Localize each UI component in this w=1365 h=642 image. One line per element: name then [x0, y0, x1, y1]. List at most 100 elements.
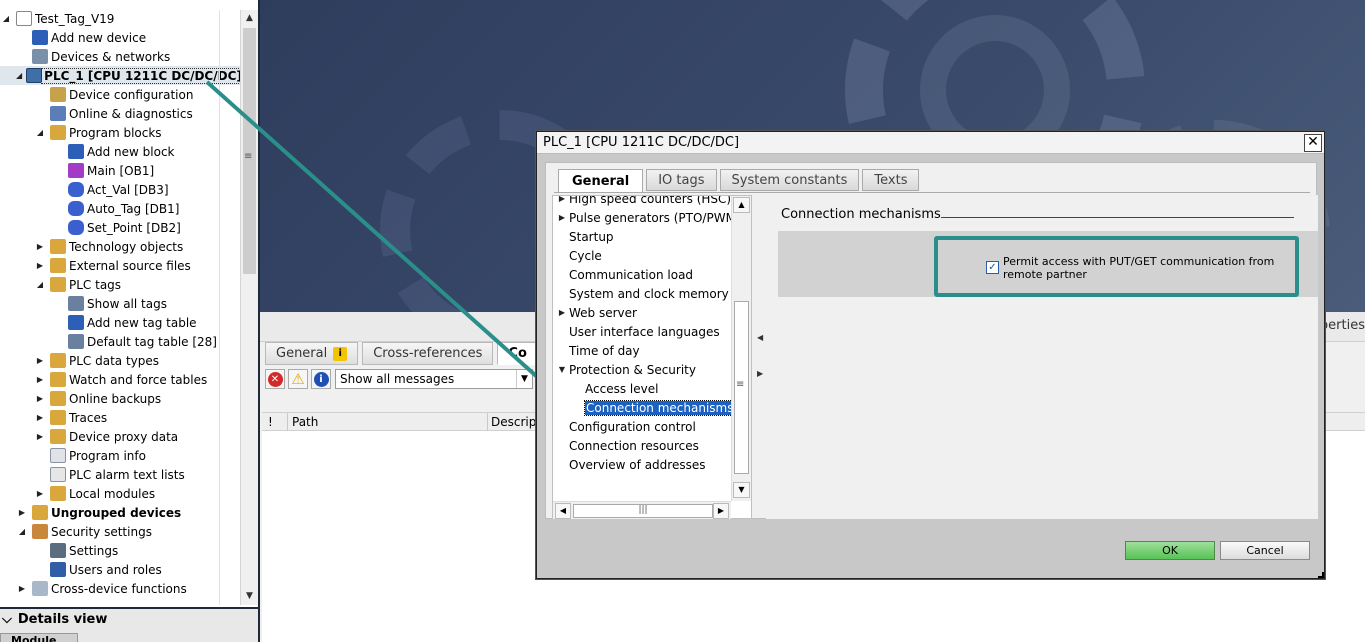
column-path[interactable]: Path — [292, 415, 318, 429]
tree-item[interactable]: Add new block — [0, 142, 240, 161]
tab-texts[interactable]: Texts — [862, 169, 920, 191]
cancel-button[interactable]: Cancel — [1220, 541, 1310, 560]
tree-item[interactable]: ◢ Security settings — [0, 522, 240, 541]
nav-item[interactable]: Communication load — [555, 265, 693, 284]
expand-arrow-icon[interactable]: ▼ — [555, 365, 569, 374]
collapse-arrow-icon[interactable]: ▶ — [34, 241, 46, 253]
nav-item[interactable]: System and clock memory — [555, 284, 729, 303]
tree-item[interactable]: ▶ Device proxy data — [0, 427, 240, 446]
tab-io-tags[interactable]: IO tags — [646, 169, 717, 191]
nav-item[interactable]: Time of day — [555, 341, 640, 360]
tree-item[interactable]: ▶ Technology objects — [0, 237, 240, 256]
collapse-left-icon[interactable]: ◀ — [757, 333, 763, 342]
tree-item[interactable]: Show all tags — [0, 294, 240, 313]
filter-errors-button[interactable]: ✕ — [265, 369, 285, 389]
collapse-arrow-icon[interactable]: ▶ — [16, 507, 28, 519]
tree-item[interactable]: Add new tag table — [0, 313, 240, 332]
tree-item[interactable]: ▶ Online backups — [0, 389, 240, 408]
tree-item[interactable]: Program info — [0, 446, 240, 465]
tree-item[interactable]: ▶ Traces — [0, 408, 240, 427]
tree-item[interactable]: Default tag table [28] — [0, 332, 240, 351]
tree-item[interactable]: Add new device — [0, 28, 240, 47]
collapse-arrow-icon[interactable]: ▶ — [555, 308, 569, 317]
tab-system-constants[interactable]: System constants — [719, 169, 860, 191]
details-view-header[interactable]: ⌵ Details view — [2, 612, 107, 627]
collapse-arrow-icon[interactable]: ▶ — [34, 488, 46, 500]
column-severity[interactable]: ! — [268, 415, 273, 429]
scroll-down-icon[interactable]: ▼ — [733, 482, 750, 498]
expand-arrow-icon[interactable]: ◢ — [16, 70, 22, 82]
tree-item[interactable]: ◢ Program blocks — [0, 123, 240, 142]
tree-item[interactable]: PLC alarm text lists — [0, 465, 240, 484]
column-description[interactable]: Descript — [491, 415, 541, 429]
nav-item[interactable]: Startup — [555, 227, 614, 246]
tree-item[interactable]: Users and roles — [0, 560, 240, 579]
permit-put-get-checkbox[interactable]: ✓ — [986, 261, 999, 274]
tab-general[interactable]: General — [558, 169, 644, 193]
scroll-right-icon[interactable]: ▶ — [713, 503, 729, 519]
tree-item[interactable]: Set_Point [DB2] — [0, 218, 240, 237]
collapse-arrow-icon[interactable]: ▶ — [34, 393, 46, 405]
tree-item[interactable]: ▶ PLC data types — [0, 351, 240, 370]
tree-item[interactable]: Settings — [0, 541, 240, 560]
nav-vertical-scrollbar[interactable]: ▲ ≡ ▼ — [731, 196, 751, 501]
resize-grip-icon[interactable] — [1318, 572, 1324, 578]
details-tab-module[interactable]: Module — [0, 633, 78, 642]
scroll-left-icon[interactable]: ◀ — [555, 503, 571, 519]
tree-item[interactable]: Online & diagnostics — [0, 104, 240, 123]
filter-info-button[interactable]: i — [311, 369, 331, 389]
expand-arrow-icon[interactable]: ◢ — [16, 526, 28, 538]
filter-warnings-button[interactable]: ⚠ — [288, 369, 308, 389]
dialog-titlebar[interactable]: PLC_1 [CPU 1211C DC/DC/DC] — [537, 132, 1324, 154]
nav-item[interactable]: ▶ Web server — [555, 303, 637, 322]
tree-item[interactable]: ▶ External source files — [0, 256, 240, 275]
nav-item[interactable]: Configuration control — [555, 417, 696, 436]
expand-arrow-icon[interactable]: ◢ — [34, 127, 46, 139]
tree-item[interactable]: ▶ Local modules — [0, 484, 240, 503]
nav-item[interactable]: Connection mechanisms — [571, 398, 731, 417]
nav-item[interactable]: Cycle — [555, 246, 602, 265]
tree-item[interactable]: ▶ Ungrouped devices — [0, 503, 240, 522]
scroll-up-icon[interactable]: ▲ — [733, 197, 750, 213]
expand-arrow-icon[interactable]: ◢ — [0, 13, 12, 25]
tree-item[interactable]: ◢ PLC_1 [CPU 1211C DC/DC/DC] — [0, 66, 240, 85]
tree-item[interactable]: Device configuration — [0, 85, 240, 104]
collapse-arrow-icon[interactable]: ▶ — [555, 196, 569, 203]
tab-compile[interactable]: Co — [497, 342, 538, 365]
collapse-arrow-icon[interactable]: ▶ — [34, 374, 46, 386]
tab-general[interactable]: General i — [265, 342, 359, 365]
nav-item[interactable]: ▼ Protection & Security — [555, 360, 696, 379]
nav-item[interactable]: ▶ High speed counters (HSC) — [555, 196, 731, 208]
panel-splitter[interactable]: ◀ ▶ — [756, 195, 764, 519]
collapse-arrow-icon[interactable]: ▶ — [34, 355, 46, 367]
tree-item[interactable]: ▶ Watch and force tables — [0, 370, 240, 389]
tab-cross-references[interactable]: Cross-references — [362, 342, 494, 365]
nav-item[interactable]: ▶ Pulse generators (PTO/PWM) — [555, 208, 731, 227]
collapse-arrow-icon[interactable]: ▶ — [34, 412, 46, 424]
tree-item[interactable]: Main [OB1] — [0, 161, 240, 180]
nav-horizontal-scrollbar[interactable]: ◀ ||| ▶ — [553, 501, 731, 519]
nav-item[interactable]: Overview of addresses — [555, 455, 705, 474]
tree-item[interactable]: Auto_Tag [DB1] — [0, 199, 240, 218]
ok-button[interactable]: OK — [1125, 541, 1215, 560]
tree-item[interactable]: ▶ Cross-device functions — [0, 579, 240, 598]
tree-item[interactable]: ◢ Test_Tag_V19 — [0, 9, 240, 28]
collapse-arrow-icon[interactable]: ▶ — [555, 213, 569, 222]
tree-vertical-scrollbar[interactable]: ▲ ≡ ▼ — [240, 10, 258, 605]
message-filter-select[interactable]: Show all messages ▼ — [335, 369, 533, 389]
tree-item[interactable]: Act_Val [DB3] — [0, 180, 240, 199]
nav-item[interactable]: Access level — [571, 379, 658, 398]
scroll-down-icon[interactable]: ▼ — [241, 588, 258, 605]
close-icon[interactable]: ✕ — [1304, 134, 1322, 152]
collapse-right-icon[interactable]: ▶ — [757, 369, 763, 378]
tree-item[interactable]: ◢ PLC tags — [0, 275, 240, 294]
scroll-up-icon[interactable]: ▲ — [241, 10, 258, 27]
nav-item[interactable]: Connection resources — [555, 436, 699, 455]
scrollbar-thumb[interactable]: ||| — [573, 504, 713, 518]
tree-item[interactable]: Devices & networks — [0, 47, 240, 66]
collapse-arrow-icon[interactable]: ▶ — [34, 431, 46, 443]
permit-put-get-label[interactable]: Permit access with PUT/GET communication… — [1003, 255, 1288, 281]
expand-arrow-icon[interactable]: ◢ — [34, 279, 46, 291]
collapse-arrow-icon[interactable]: ▶ — [16, 583, 28, 595]
collapse-arrow-icon[interactable]: ▶ — [34, 260, 46, 272]
